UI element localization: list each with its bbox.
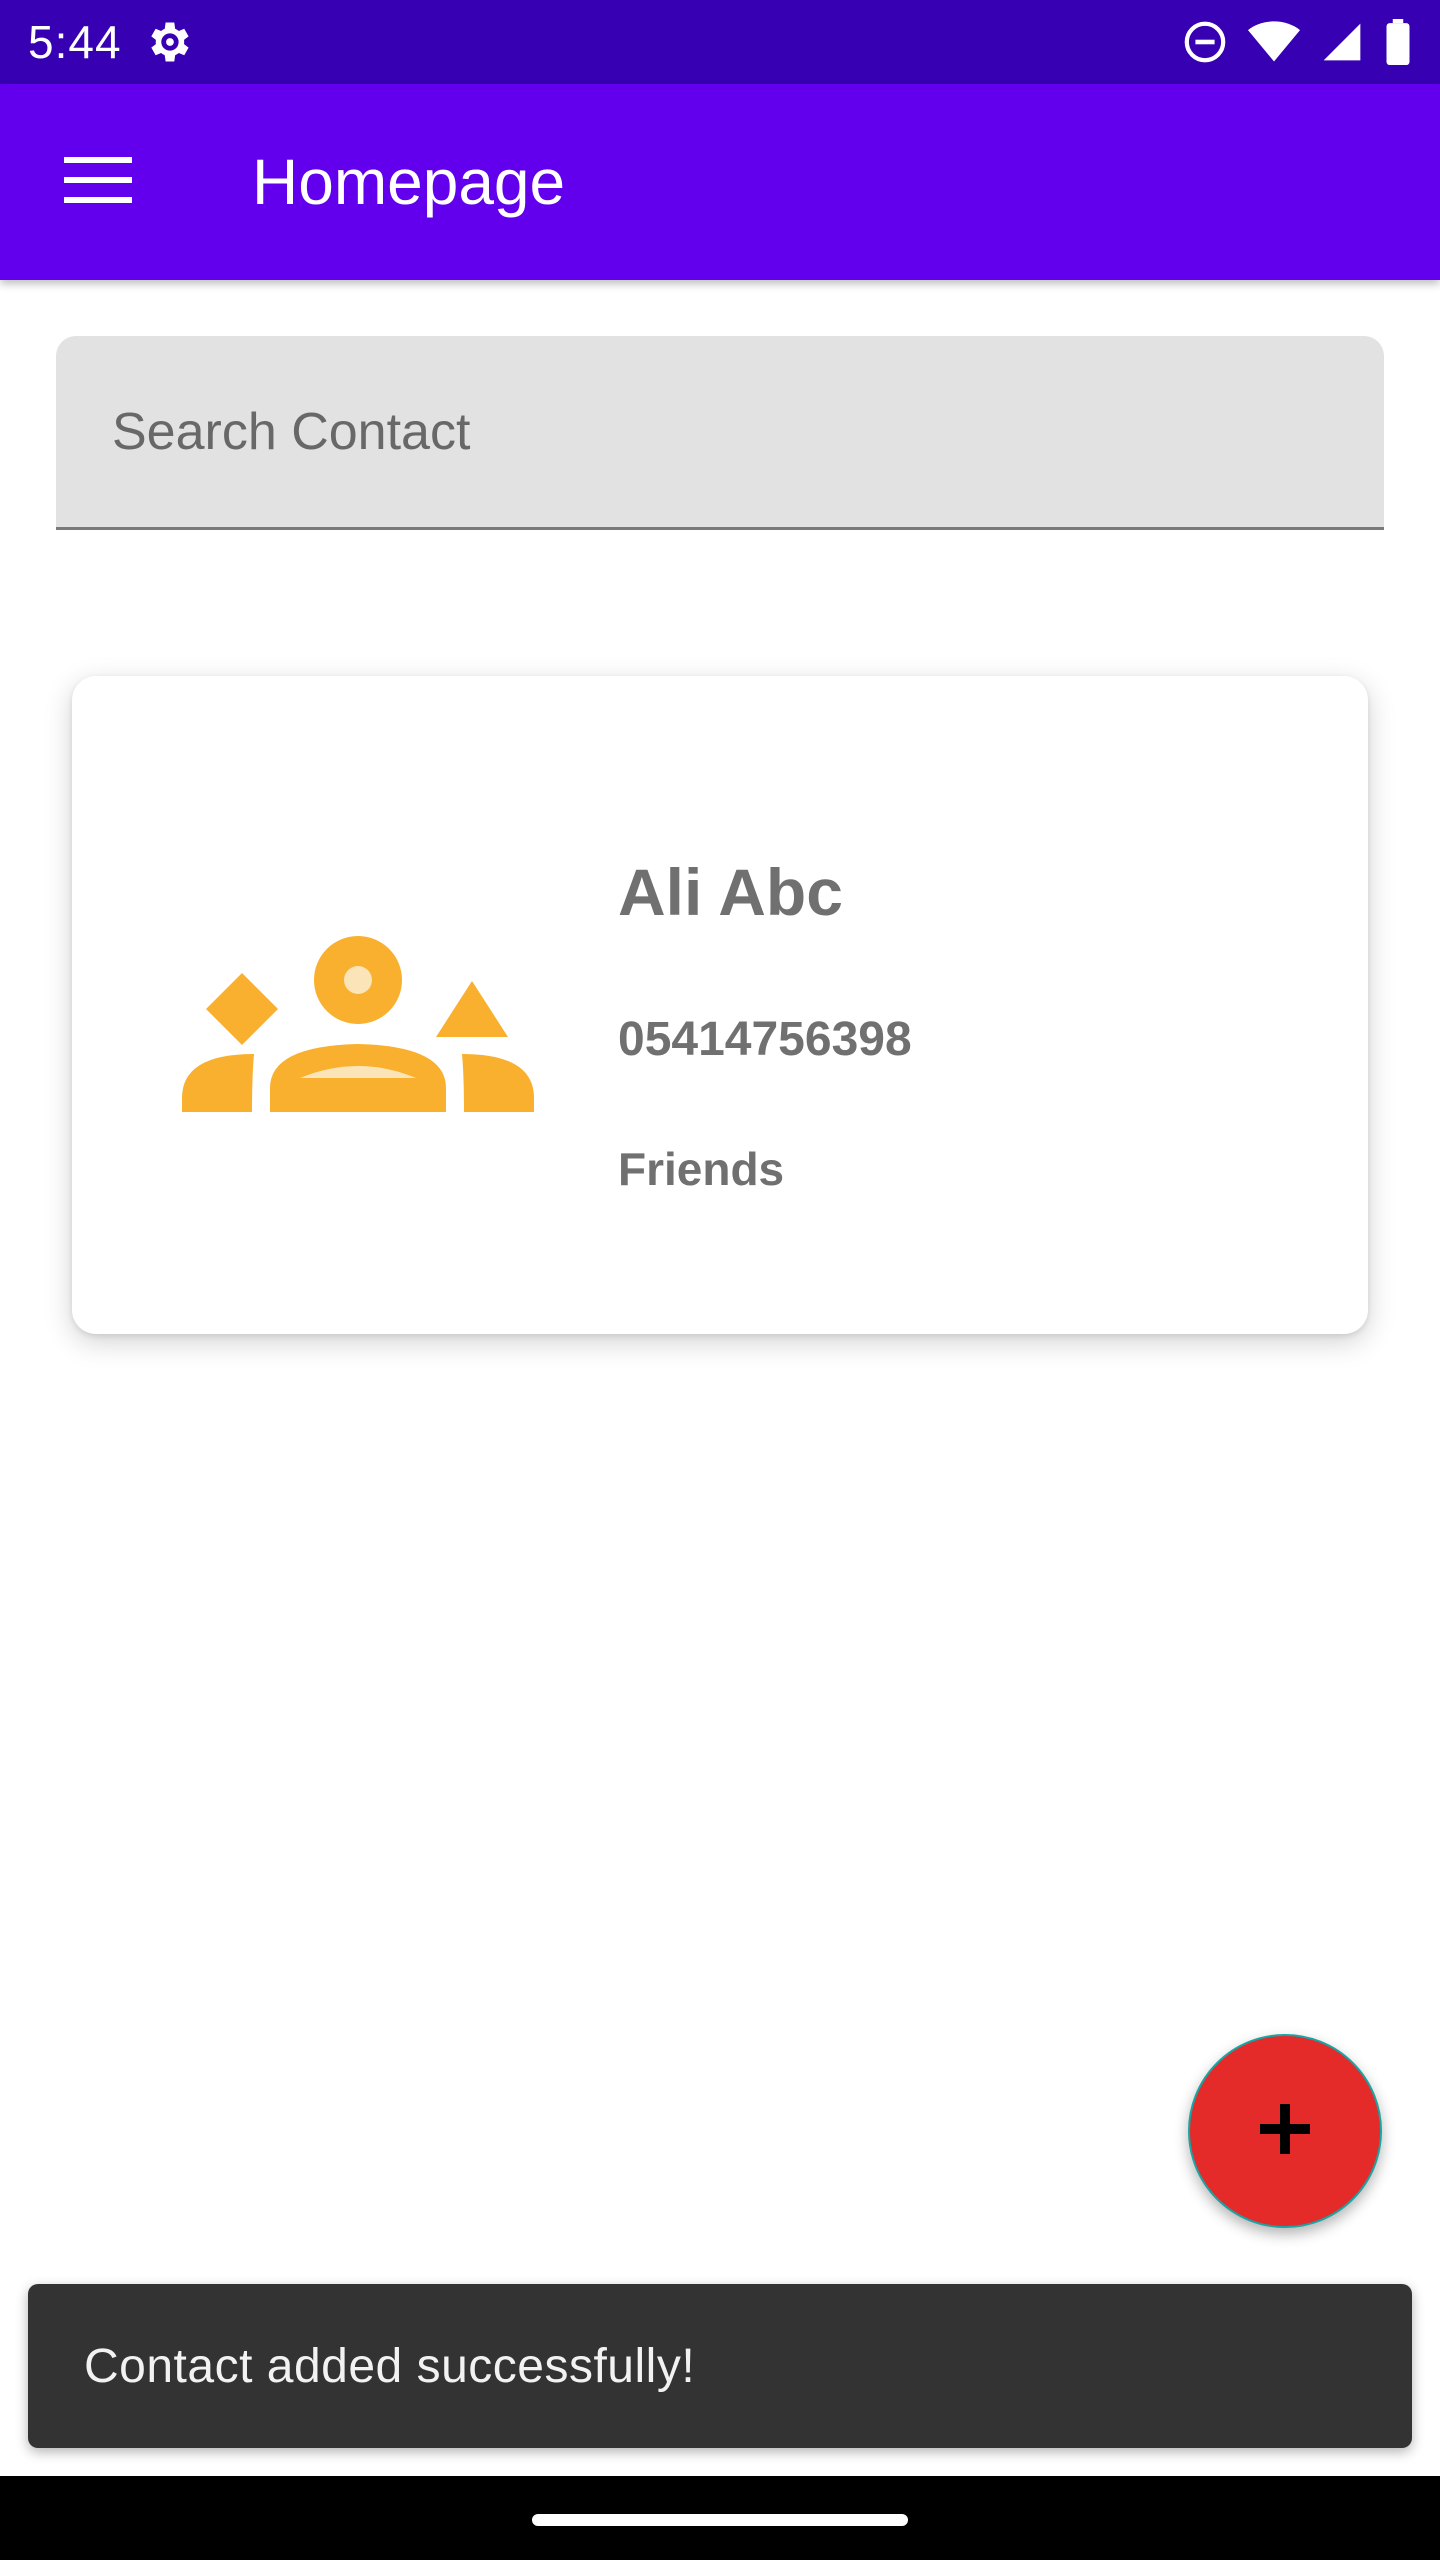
status-time: 5:44 xyxy=(28,16,122,68)
status-right xyxy=(1182,19,1412,65)
menu-button[interactable] xyxy=(48,132,148,232)
groups-icon xyxy=(182,936,534,1117)
contact-phone: 05414756398 xyxy=(618,1013,912,1066)
contact-card[interactable]: Ali Abc 05414756398 Friends xyxy=(72,676,1368,1334)
contact-group: Friends xyxy=(618,1143,785,1195)
settings-gear-icon xyxy=(142,16,194,68)
do-not-disturb-icon xyxy=(1182,19,1228,65)
contact-name: Ali Abc xyxy=(618,855,843,929)
snackbar: Contact added successfully! xyxy=(28,2284,1412,2448)
cell-signal-icon xyxy=(1320,20,1364,64)
page-title: Homepage xyxy=(252,146,566,218)
app-bar: Homepage xyxy=(0,84,1440,280)
plus-icon xyxy=(1260,2103,1310,2159)
search-field[interactable] xyxy=(56,336,1384,530)
battery-icon xyxy=(1384,19,1412,65)
wifi-icon xyxy=(1248,19,1300,65)
status-bar: 5:44 xyxy=(0,0,1440,84)
status-left: 5:44 xyxy=(28,15,194,69)
add-contact-button[interactable] xyxy=(1188,2034,1382,2228)
navigation-bar xyxy=(0,2476,1440,2560)
snackbar-message: Contact added successfully! xyxy=(84,2339,696,2393)
hamburger-menu-icon xyxy=(64,155,132,210)
search-input[interactable] xyxy=(56,336,1384,527)
home-gesture-handle[interactable] xyxy=(532,2514,908,2526)
